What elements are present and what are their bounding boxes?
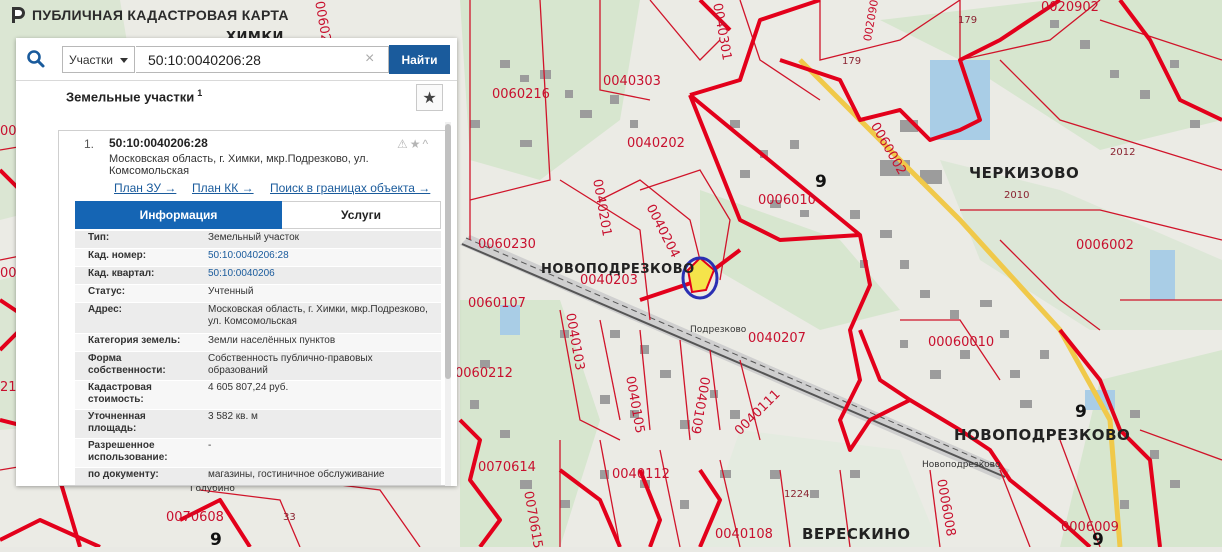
results-count: 1 — [197, 88, 203, 98]
info-value: Собственность публично-правовых образова… — [208, 353, 373, 376]
result-address: Московская область, г. Химки, мкр.Подрез… — [109, 153, 369, 177]
info-label: Статус: — [88, 286, 126, 297]
info-table: Тип: Земельный участок Кад. номер: 50:10… — [75, 231, 441, 485]
info-value: Земли населённых пунктов — [208, 335, 336, 346]
search-panel: Участки × Найти Земельные участки1 ★ 1. … — [16, 38, 457, 486]
info-label: Кад. номер: — [88, 250, 147, 261]
info-value-link[interactable]: 50:10:0040206:28 — [208, 250, 433, 262]
info-row-type: Тип: Земельный участок — [75, 231, 441, 249]
info-label: Разрешенное использование: — [88, 440, 168, 463]
road-number-9-b: 9 — [1075, 402, 1087, 422]
results-title-text: Земельные участки — [66, 89, 195, 105]
info-value: Земельный участок — [208, 232, 300, 243]
parcel-number-2010: 2010 — [1004, 190, 1030, 201]
app-header: ПУБЛИЧНАЯ КАДАСТРОВАЯ КАРТА — [0, 0, 289, 30]
info-label: Тип: — [88, 232, 110, 243]
quarter-label-0020902: 0020902 — [1041, 0, 1099, 15]
road-number-9-c: 9 — [210, 530, 222, 550]
info-row-area: Уточненная площадь: 3 582 кв. м — [75, 410, 441, 439]
info-row-by-document: по документу: магазины, гостиничное обсл… — [75, 468, 441, 485]
info-row-land-category: Категория земель: Земли населённых пункт… — [75, 334, 441, 352]
parcel-number-21: 21 — [0, 380, 17, 395]
quarter-label-0060107: 0060107 — [468, 296, 526, 311]
tab-information[interactable]: Информация — [75, 201, 282, 229]
info-label: по документу: — [88, 469, 159, 480]
quarter-label-0006010: 0006010 — [758, 193, 816, 208]
quarter-label-0060212: 0060212 — [455, 366, 513, 381]
info-row-cadastral-value: Кадастровая стоимость: 4 605 807,24 руб. — [75, 381, 441, 410]
quarter-label-0006002: 0006002 — [1076, 238, 1134, 253]
chevron-down-icon — [120, 58, 128, 63]
star-icon: ★ — [422, 89, 437, 107]
info-row-status: Статус: Учтенный — [75, 285, 441, 303]
quarter-label-0070608: 0070608 — [166, 510, 224, 525]
quarter-label-0040108: 0040108 — [715, 527, 773, 542]
quarter-label-0040112: 0040112 — [612, 467, 670, 482]
search-input[interactable] — [136, 46, 389, 73]
place-label-cherkizovo: ЧЕРКИЗОВО — [969, 164, 1080, 182]
search-in-boundaries-link[interactable]: Поиск в границах объекта → — [270, 181, 430, 195]
place-label-novopodrezkovo-east: НОВОПОДРЕЗКОВО — [954, 426, 1131, 444]
search-type-select[interactable]: Участки — [62, 46, 135, 73]
info-value: Московская область, г. Химки, мкр.Подрез… — [208, 304, 428, 327]
quarter-label-0070614: 0070614 — [478, 460, 536, 475]
plan-kk-link[interactable]: План КК → — [192, 181, 254, 195]
info-label: Форма собственности: — [88, 353, 166, 376]
parcel-number-2012: 2012 — [1110, 147, 1136, 158]
results-scrollbar-thumb[interactable] — [445, 124, 451, 379]
place-label-novopodrezkovo-west: НОВОПОДРЕЗКОВО — [541, 262, 695, 277]
quarter-label-0060230: 0060230 — [478, 237, 536, 252]
road-number-9-a: 9 — [815, 172, 827, 192]
info-value-link[interactable]: 50:10:0040206 — [208, 268, 433, 280]
info-row-permitted-use: Разрешенное использование: - — [75, 439, 441, 468]
station-label-podrezkovo: Подрезково — [690, 325, 747, 335]
tab-services[interactable]: Услуги — [282, 201, 441, 229]
quarter-label-0040303: 0040303 — [603, 74, 661, 89]
search-bar: Участки × Найти — [16, 38, 457, 81]
search-icon[interactable] — [26, 49, 46, 69]
place-label-vereskino: ВЕРЕСКИНО — [802, 525, 911, 543]
info-row-address: Адрес: Московская область, г. Химки, мкр… — [75, 303, 441, 334]
info-value: Учтенный — [208, 286, 254, 297]
info-label: Кадастровая стоимость: — [88, 382, 152, 405]
search-type-label: Участки — [69, 52, 113, 67]
info-row-cad-quarter: Кад. квартал: 50:10:0040206 — [75, 267, 441, 285]
favorites-button[interactable]: ★ — [416, 84, 443, 111]
info-value: - — [208, 440, 212, 451]
quarter-label-0060216: 0060216 — [492, 87, 550, 102]
quarter-label-00060010: 00060010 — [928, 335, 995, 350]
parcel-number-1224: 1224 — [784, 489, 810, 500]
info-value: 3 582 кв. м — [208, 411, 258, 422]
parcel-number-179: 179 — [958, 15, 978, 26]
find-button[interactable]: Найти — [389, 45, 450, 74]
info-row-cad-number: Кад. номер: 50:10:0040206:28 — [75, 249, 441, 267]
quarter-label-0040202: 0040202 — [627, 136, 685, 151]
cadastral-logo-icon — [12, 7, 25, 23]
result-card: 1. 50:10:0040206:28 Московская область, … — [58, 130, 448, 486]
result-cadastral-number[interactable]: 50:10:0040206:28 — [109, 136, 208, 150]
quarter-label-0006009: 0006009 — [1061, 520, 1119, 535]
station-label-novopodrezkovo: Новоподрезково — [922, 460, 1001, 470]
info-label: Категория земель: — [88, 335, 181, 346]
result-actions-icons[interactable]: ⚠★^ — [397, 137, 430, 151]
info-label: Уточненная площадь: — [88, 411, 146, 434]
info-value: магазины, гостиничное обслуживание — [208, 469, 385, 480]
road-number-9-d: 9 — [1092, 530, 1104, 550]
result-index: 1. — [84, 137, 95, 151]
plan-zu-link[interactable]: План ЗУ → — [114, 181, 176, 195]
clear-search-icon[interactable]: × — [365, 50, 374, 68]
results-title: Земельные участки 1 — [66, 88, 202, 104]
info-row-ownership: Форма собственности: Собственность публи… — [75, 352, 441, 381]
info-value: 4 605 807,24 руб. — [208, 382, 289, 393]
info-label: Адрес: — [88, 304, 122, 315]
info-label: Кад. квартал: — [88, 268, 155, 279]
quarter-label-0040207: 0040207 — [748, 331, 806, 346]
parcel-number-33: 33 — [283, 512, 296, 523]
parcel-number-179-b: 179 — [842, 56, 862, 67]
app-title: ПУБЛИЧНАЯ КАДАСТРОВАЯ КАРТА — [32, 7, 289, 23]
